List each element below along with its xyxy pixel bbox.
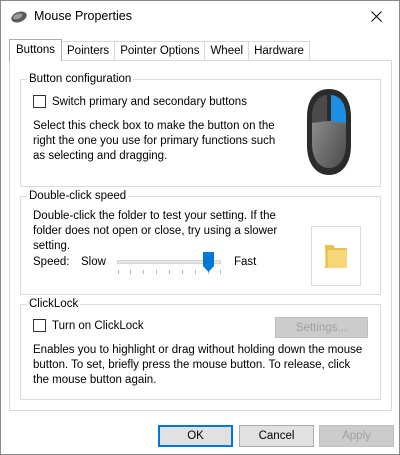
- description-line: right the one you use for primary functi…: [33, 135, 276, 147]
- description-line: Select this check box to make the button…: [33, 120, 275, 132]
- description-line: setting.: [33, 240, 71, 252]
- folder-icon: [324, 245, 347, 269]
- close-icon: [370, 11, 382, 22]
- description-line: the mouse button again.: [33, 374, 157, 386]
- ok-button[interactable]: OK: [158, 425, 233, 447]
- switch-buttons-checkbox[interactable]: [33, 95, 46, 108]
- speed-label: Speed:: [33, 256, 70, 268]
- description-line: Double-click the folder to test your set…: [33, 210, 276, 222]
- tab-pointer-options[interactable]: Pointer Options: [114, 41, 206, 61]
- clicklock-checkbox[interactable]: [33, 319, 46, 332]
- tab-wheel[interactable]: Wheel: [204, 41, 250, 61]
- fast-label: Fast: [234, 256, 257, 268]
- double-click-speed-slider[interactable]: [117, 252, 221, 278]
- description-line: as selecting and dragging.: [33, 150, 168, 162]
- title-bar: Mouse Properties: [1, 1, 399, 33]
- group-title-clicklock: ClickLock: [27, 297, 81, 311]
- slider-tick: [169, 270, 170, 274]
- tab-hardware[interactable]: Hardware: [248, 41, 310, 61]
- description-line: folder does not open or close, try using…: [33, 225, 278, 237]
- window-title: Mouse Properties: [34, 9, 132, 23]
- slider-tick: [130, 270, 131, 274]
- slider-tick: [143, 270, 144, 274]
- slider-thumb[interactable]: [203, 252, 214, 272]
- description-line: button. To set, briefly press the mouse …: [33, 359, 351, 371]
- switch-buttons-checkbox-row[interactable]: Switch primary and secondary buttons: [33, 95, 247, 108]
- cancel-button[interactable]: Cancel: [239, 425, 314, 447]
- test-folder[interactable]: [311, 226, 361, 286]
- apply-button[interactable]: Apply: [319, 425, 394, 447]
- mouse-properties-window: Mouse Properties Buttons Pointers Pointe…: [0, 0, 400, 455]
- slider-tick: [156, 270, 157, 274]
- close-button[interactable]: [353, 1, 399, 32]
- slider-tick: [118, 270, 119, 274]
- clicklock-settings-button[interactable]: Settings...: [275, 317, 368, 338]
- button-configuration-group: Button configuration Switch primary and …: [20, 72, 381, 187]
- group-title-double-click-speed: Double-click speed: [27, 189, 129, 203]
- tab-strip: Buttons Pointers Pointer Options Wheel H…: [9, 39, 310, 61]
- clicklock-description: Enables you to highlight or drag without…: [33, 343, 373, 388]
- double-click-speed-group: Double-click speed Double-click the fold…: [20, 189, 381, 295]
- clicklock-label: Turn on ClickLock: [52, 319, 144, 332]
- buttons-tab-panel: Button configuration Switch primary and …: [9, 60, 392, 411]
- slider-tick: [182, 270, 183, 274]
- clicklock-checkbox-row[interactable]: Turn on ClickLock: [33, 319, 144, 332]
- mouse-icon: [11, 11, 27, 23]
- tab-buttons[interactable]: Buttons: [9, 39, 62, 61]
- double-click-description: Double-click the folder to test your set…: [33, 209, 293, 254]
- group-title-button-configuration: Button configuration: [27, 72, 134, 86]
- description-line: Enables you to highlight or drag without…: [33, 344, 363, 356]
- button-config-description: Select this check box to make the button…: [33, 119, 283, 164]
- slider-tick: [195, 270, 196, 274]
- slider-tick: [220, 270, 221, 274]
- tab-pointers[interactable]: Pointers: [61, 41, 116, 61]
- clicklock-group: ClickLock Turn on ClickLock Settings... …: [20, 297, 381, 400]
- mouse-illustration-icon: [307, 89, 351, 175]
- slow-label: Slow: [81, 256, 106, 268]
- switch-buttons-label: Switch primary and secondary buttons: [52, 95, 247, 108]
